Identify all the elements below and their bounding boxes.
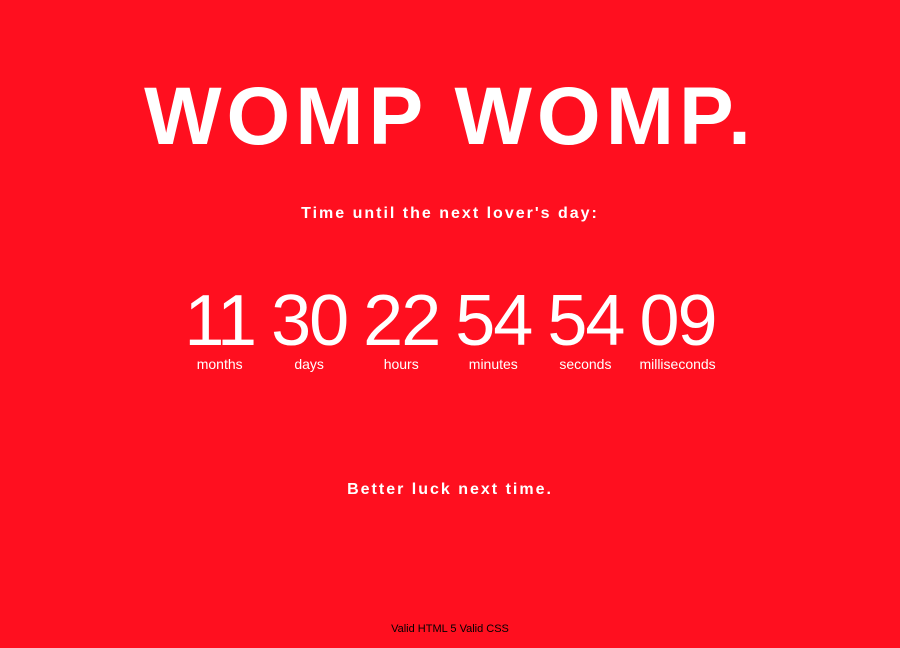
countdown-label: seconds	[559, 356, 612, 372]
valid-html-link[interactable]: Valid HTML 5	[391, 623, 456, 635]
countdown-months: 11 months	[184, 281, 257, 372]
countdown-value: 30	[271, 281, 349, 361]
countdown-value: 54	[547, 281, 625, 361]
countdown-days: 30 days	[271, 281, 349, 372]
countdown-minutes: 54 minutes	[455, 281, 533, 372]
countdown-milliseconds: 09 milliseconds	[639, 281, 718, 372]
countdown-value: 54	[455, 281, 533, 361]
countdown-value: 09	[639, 281, 718, 361]
valid-css-link[interactable]: Valid CSS	[460, 623, 509, 635]
countdown-label: minutes	[468, 356, 518, 372]
countdown-label: days	[294, 356, 324, 372]
countdown-label: hours	[383, 356, 419, 372]
page: WOMP WOMP. Time until the next lover's d…	[0, 0, 900, 648]
countdown-label: months	[196, 356, 243, 372]
countdown: 11 months 30 days 22 hours 54 minutes 54…	[0, 281, 900, 372]
countdown-subtitle: Time until the next lover's day:	[301, 205, 599, 222]
countdown-value: 11	[184, 281, 257, 361]
consolation-message: Better luck next time.	[347, 481, 553, 498]
validator-links: Valid HTML 5 Valid CSS	[0, 623, 900, 635]
countdown-hours: 22 hours	[363, 281, 441, 372]
countdown-seconds: 54 seconds	[547, 281, 625, 372]
countdown-value: 22	[363, 281, 441, 361]
headline: WOMP WOMP.	[144, 71, 756, 162]
countdown-label: milliseconds	[639, 356, 716, 372]
